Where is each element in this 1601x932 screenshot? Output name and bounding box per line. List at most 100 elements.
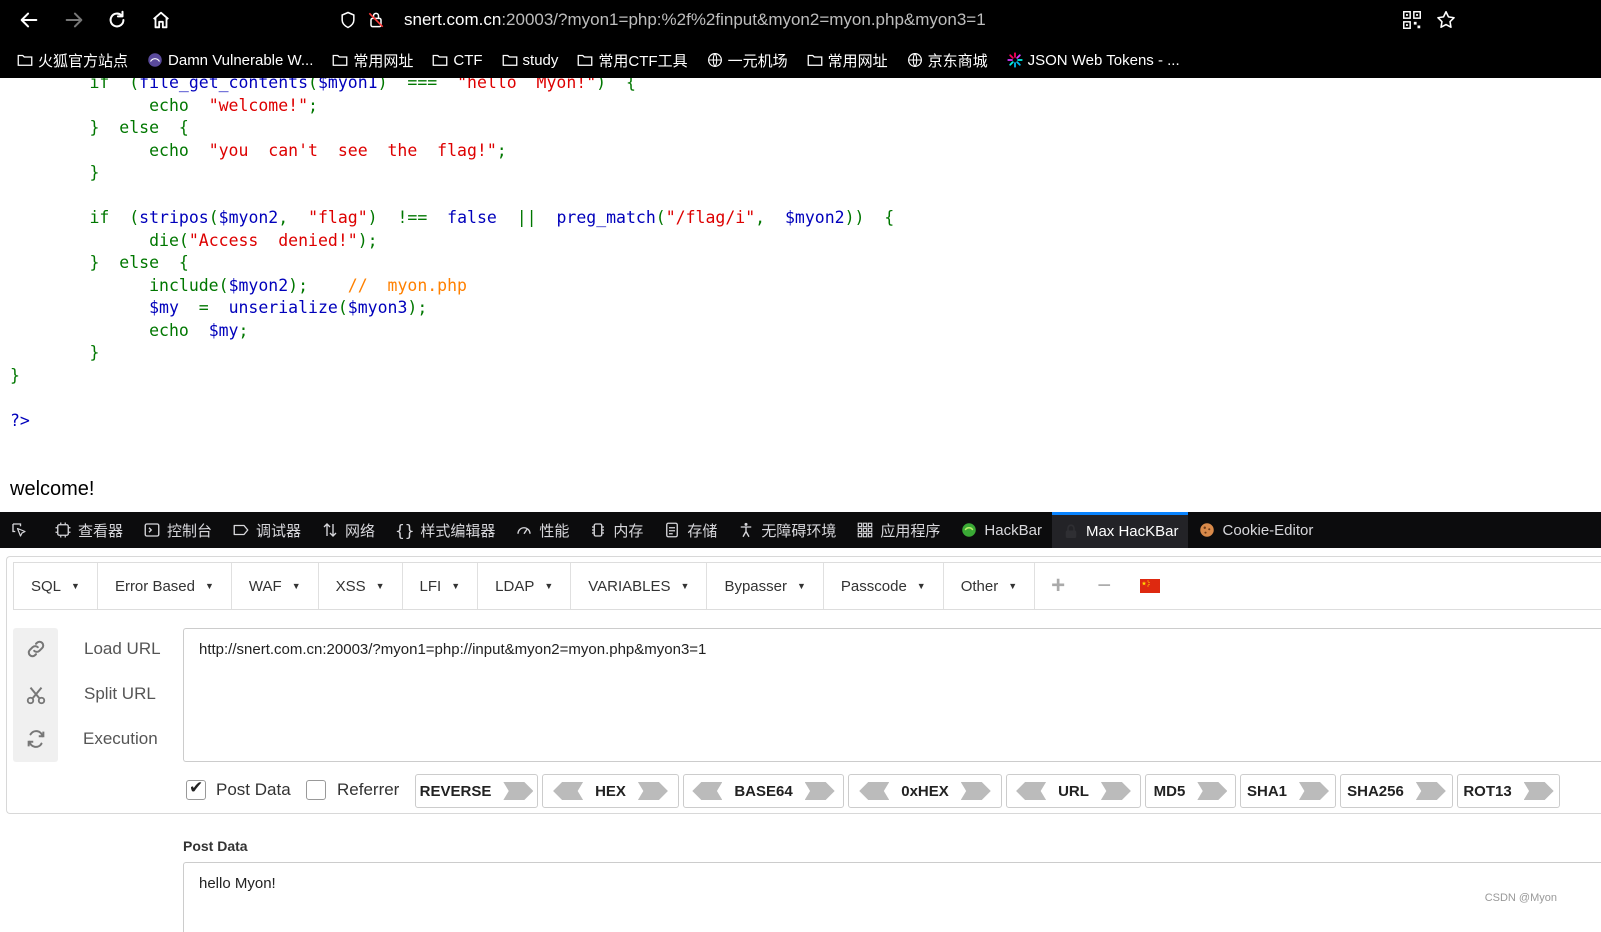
menu-xss[interactable]: XSS ▼ (319, 563, 403, 609)
code-token: ); (407, 298, 428, 317)
code-token: include( (149, 275, 229, 295)
code-token: ); (288, 275, 348, 295)
bookmark-item[interactable]: study (501, 51, 558, 69)
arrow-right-icon (1415, 782, 1446, 800)
menu-variables[interactable]: VARIABLES ▼ (571, 563, 708, 609)
menu-other[interactable]: Other ▼ (944, 563, 1036, 609)
url-host: snert.com.cn (404, 10, 502, 29)
bookmark-item[interactable]: Damn Vulnerable W... (146, 51, 313, 69)
code-line: } else { (10, 117, 894, 140)
tab-performance[interactable]: 性能 (505, 512, 579, 548)
nav-bar: snert.com.cn:20003/?myon1=php:%2f%2finpu… (0, 0, 1601, 40)
bookmark-label: 一元机场 (727, 52, 788, 70)
refresh-icon[interactable] (25, 728, 47, 750)
china-flag-icon[interactable] (1127, 563, 1173, 609)
bookmarks-toolbar: 火狐官方站点 Damn Vulnerable W... 常用网址 CTF stu… (0, 44, 1601, 76)
menu-lfi[interactable]: LFI ▼ (403, 563, 479, 609)
button-label: 0xHEX (901, 782, 949, 800)
tab-accessibility[interactable]: 无障碍环境 (727, 512, 846, 548)
button-label: HEX (595, 782, 626, 800)
url-text[interactable]: snert.com.cn:20003/?myon1=php:%2f%2finpu… (404, 10, 986, 30)
load-url-button[interactable]: Load URL (84, 639, 161, 659)
remove-icon[interactable]: − (1081, 563, 1127, 609)
tab-console[interactable]: 控制台 (133, 512, 222, 548)
caret-down-icon: ▼ (375, 581, 385, 591)
bookmark-label: 京东商城 (927, 52, 988, 70)
globe-icon (907, 53, 922, 67)
code-token: echo (149, 95, 209, 115)
globe-icon (707, 53, 722, 67)
tab-label: 样式编辑器 (420, 522, 496, 540)
tab-hackbar[interactable]: HackBar (950, 512, 1052, 548)
bookmark-item[interactable]: 常用CTF工具 (576, 50, 688, 71)
home-icon[interactable] (147, 6, 175, 34)
execution-button[interactable]: Execution (83, 729, 158, 749)
scissors-icon[interactable] (25, 684, 47, 706)
bookmark-label: JSON Web Tokens - ... (1027, 51, 1180, 69)
tab-application[interactable]: 应用程序 (846, 512, 950, 548)
post-data-title: Post Data (183, 838, 248, 854)
url-bar[interactable]: snert.com.cn:20003/?myon1=php:%2f%2finpu… (330, 4, 1480, 36)
tab-inspector[interactable]: 查看器 (44, 512, 133, 548)
caret-down-icon: ▼ (680, 581, 690, 591)
url-action-sidebar (13, 628, 58, 762)
arrow-right-icon (1299, 782, 1329, 800)
md5-button[interactable]: MD5 (1145, 774, 1236, 808)
tab-memory[interactable]: 内存 (579, 512, 653, 548)
hackbar-icon (962, 523, 977, 537)
code-token: false (447, 208, 517, 227)
menu-passcode[interactable]: Passcode ▼ (824, 563, 944, 609)
0xhex-button[interactable]: 0xHEX (848, 774, 1002, 808)
tab-label: HackBar (984, 521, 1042, 539)
bookmark-star-icon[interactable] (1432, 6, 1460, 34)
code-token: if ( (89, 208, 140, 227)
hex-button[interactable]: HEX (542, 774, 679, 808)
reverse-button[interactable]: REVERSE (415, 774, 538, 808)
qr-code-icon[interactable] (1398, 6, 1426, 34)
tab-label: 性能 (539, 522, 570, 540)
menu-label: Passcode (840, 577, 907, 595)
reload-icon[interactable] (103, 6, 131, 34)
link-icon[interactable] (25, 638, 47, 660)
tab-cookie-editor[interactable]: Cookie-Editor (1188, 512, 1323, 548)
post-data-checkbox[interactable] (186, 778, 206, 800)
base64-button[interactable]: BASE64 (683, 774, 844, 808)
post-data-textarea[interactable]: hello Myon! (183, 862, 1601, 932)
split-url-button[interactable]: Split URL (84, 684, 156, 704)
bookmark-item[interactable]: CTF (431, 51, 483, 69)
menu-error-based[interactable]: Error Based ▼ (98, 563, 232, 609)
shield-icon[interactable] (338, 10, 358, 30)
sha256-button[interactable]: SHA256 (1340, 774, 1453, 808)
bookmark-item[interactable]: 京东商城 (906, 50, 988, 71)
add-icon[interactable]: + (1035, 563, 1081, 609)
tab-pick-element[interactable] (0, 512, 44, 548)
tab-debugger[interactable]: 调试器 (222, 512, 311, 548)
folder-icon (502, 54, 517, 66)
url-encode-button[interactable]: URL (1006, 774, 1141, 808)
back-arrow-icon[interactable] (15, 6, 43, 34)
bookmark-item[interactable]: 常用网址 (331, 50, 413, 71)
bookmark-item[interactable]: JSON Web Tokens - ... (1006, 51, 1180, 69)
bookmark-item[interactable]: 火狐官方站点 (16, 50, 128, 71)
bookmark-item[interactable]: 一元机场 (706, 50, 788, 71)
menu-waf[interactable]: WAF ▼ (232, 563, 319, 609)
rot13-button[interactable]: ROT13 (1457, 774, 1560, 808)
insecure-lock-icon[interactable] (366, 10, 386, 30)
menu-sql[interactable]: SQL ▼ (14, 563, 98, 609)
tab-max-hackbar[interactable]: Max HacKBar (1051, 512, 1189, 548)
forward-arrow-icon[interactable] (60, 6, 88, 34)
tab-network[interactable]: 网络 (311, 512, 385, 548)
tab-style-editor[interactable]: {} 样式编辑器 (385, 512, 505, 548)
url-textarea[interactable]: http://snert.com.cn:20003/?myon1=php://i… (183, 628, 1601, 762)
tab-label: 调试器 (256, 522, 302, 540)
referrer-checkbox[interactable] (306, 780, 326, 800)
sha1-button[interactable]: SHA1 (1240, 774, 1336, 808)
menu-ldap[interactable]: LDAP ▼ (478, 563, 572, 609)
code-token: ); (357, 230, 378, 250)
arrow-right-icon (503, 782, 534, 800)
folder-icon (432, 54, 448, 66)
bookmark-item[interactable]: 常用网址 (806, 50, 888, 71)
tab-storage[interactable]: 存储 (653, 512, 727, 548)
folder-icon (17, 54, 33, 66)
menu-bypasser[interactable]: Bypasser ▼ (707, 563, 824, 609)
